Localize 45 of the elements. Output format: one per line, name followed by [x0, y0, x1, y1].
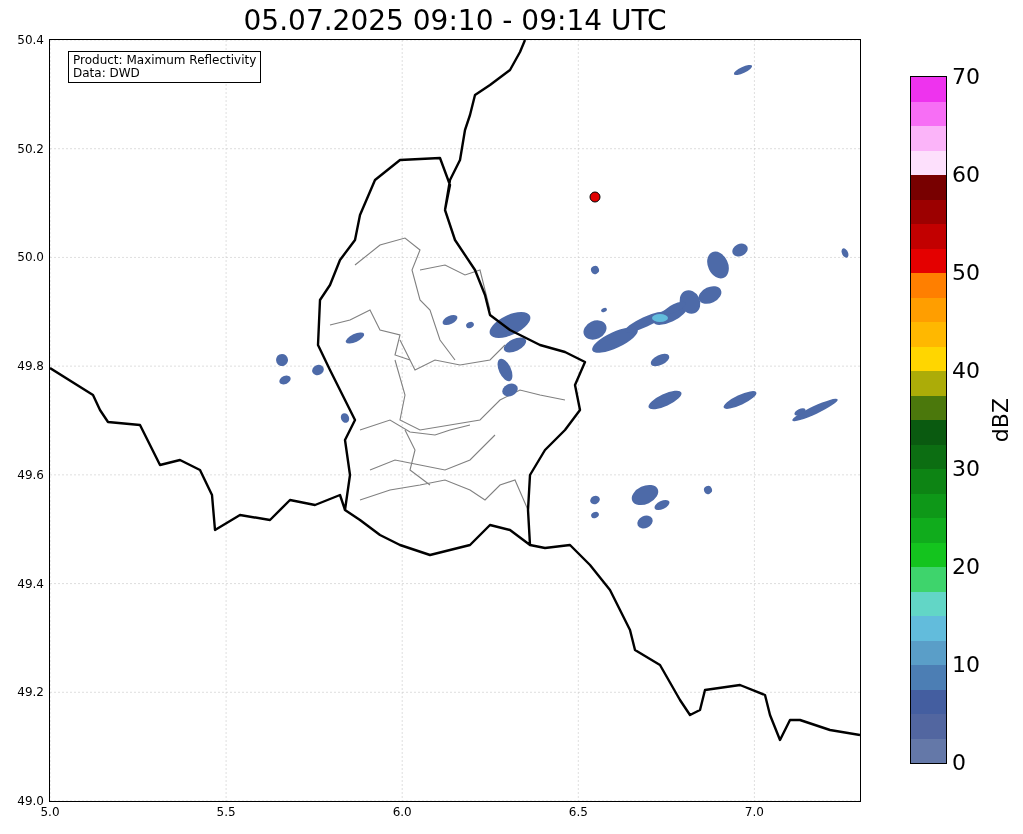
radar-echo — [723, 391, 757, 409]
colorbar-tick-label: 50 — [952, 261, 980, 285]
radar-echo — [732, 243, 748, 257]
y-tick-label: 49.2 — [17, 685, 44, 700]
y-tick-label: 50.2 — [17, 141, 44, 156]
radar-echo — [637, 515, 653, 529]
radar-echo — [276, 354, 288, 366]
y-tick-label: 49.4 — [17, 576, 44, 591]
radar-echo — [841, 248, 849, 258]
x-tick-label: 5.5 — [216, 805, 236, 819]
radar-echo — [648, 390, 682, 410]
y-tick-label: 49.8 — [17, 359, 44, 374]
colorbar-label: dBZ — [988, 397, 1014, 443]
radar-echo — [345, 332, 365, 344]
x-tick-label: 6.5 — [568, 805, 588, 819]
colorbar-tick-label: 40 — [952, 359, 980, 383]
y-tick-label: 49.0 — [17, 794, 44, 808]
radar-echo — [704, 486, 712, 494]
x-tick-label: 6.0 — [392, 805, 412, 819]
y-tick-label: 49.6 — [17, 467, 44, 482]
radar-echo — [698, 286, 722, 304]
y-tick-label: 50.0 — [17, 250, 44, 265]
colorbar-tick-label: 10 — [952, 653, 980, 677]
radar-echo — [279, 375, 291, 385]
radar-echo — [442, 315, 458, 325]
colorbar-tick-label: 0 — [952, 751, 966, 775]
radar-echo — [312, 364, 324, 376]
colorbar-tick-label: 30 — [952, 457, 980, 481]
legend-text: Data: DWD — [73, 67, 141, 80]
colorbar-tick-label: 20 — [952, 555, 980, 579]
radar-echo — [340, 413, 350, 423]
radar-echo — [733, 65, 753, 75]
y-tick-label: 50.4 — [17, 33, 44, 47]
radar-echo — [591, 266, 599, 274]
colorbar-tick-label: 70 — [952, 65, 980, 89]
x-tick-label: 5.0 — [40, 805, 60, 819]
radar-site-marker — [589, 191, 601, 203]
radar-echo — [466, 321, 474, 329]
radar-echo — [650, 353, 670, 367]
radar-echo — [707, 251, 729, 279]
x-tick-label: 7.0 — [744, 805, 764, 819]
radar-echo — [601, 307, 607, 313]
legend-text: Product: Maximum Reflectivity — [73, 54, 257, 67]
chart-title: 05.07.2025 09:10 - 09:14 UTC — [242, 3, 668, 39]
colorbar-tick-label: 60 — [952, 163, 980, 187]
